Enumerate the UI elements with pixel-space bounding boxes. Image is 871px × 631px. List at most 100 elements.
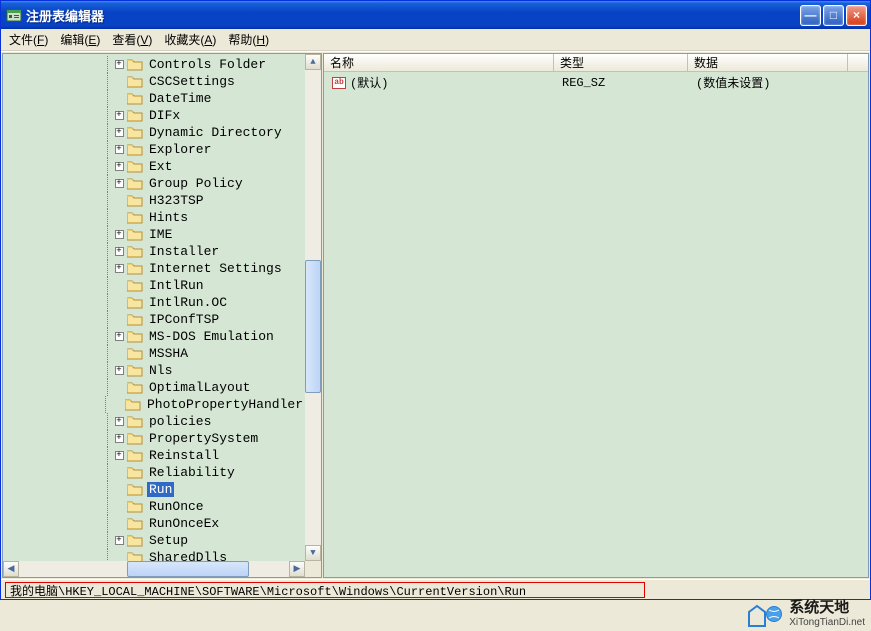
minimize-button[interactable]: — bbox=[800, 5, 821, 26]
tree-item[interactable]: + Ext bbox=[5, 158, 305, 175]
tree-expander[interactable]: + bbox=[113, 56, 125, 73]
tree-label[interactable]: policies bbox=[147, 414, 213, 429]
tree-item[interactable]: + Nls bbox=[5, 362, 305, 379]
tree-expander[interactable]: + bbox=[113, 226, 125, 243]
tree-item[interactable]: IntlRun bbox=[5, 277, 305, 294]
tree-item[interactable]: IntlRun.OC bbox=[5, 294, 305, 311]
tree-item[interactable]: + Group Policy bbox=[5, 175, 305, 192]
scroll-thumb[interactable] bbox=[305, 260, 321, 393]
tree-label[interactable]: IME bbox=[147, 227, 174, 242]
list-row[interactable]: ab(默认)REG_SZ(数值未设置) bbox=[326, 74, 866, 91]
hscroll-track[interactable] bbox=[19, 561, 289, 577]
tree-expander[interactable]: + bbox=[113, 447, 125, 464]
tree-item[interactable]: + Internet Settings bbox=[5, 260, 305, 277]
tree-vertical-scrollbar[interactable]: ▲ ▼ bbox=[305, 54, 321, 561]
tree-item[interactable]: SharedDlls bbox=[5, 549, 305, 561]
tree-label[interactable]: RunOnce bbox=[147, 499, 206, 514]
tree-item[interactable]: + policies bbox=[5, 413, 305, 430]
tree-label[interactable]: Hints bbox=[147, 210, 190, 225]
tree-expander[interactable]: + bbox=[113, 260, 125, 277]
tree-label[interactable]: RunOnceEx bbox=[147, 516, 221, 531]
menu-e[interactable]: 编辑(E) bbox=[54, 29, 106, 50]
menu-f[interactable]: 文件(F) bbox=[3, 29, 54, 50]
scroll-right-button[interactable]: ▶ bbox=[289, 561, 305, 577]
tree-item[interactable]: + Installer bbox=[5, 243, 305, 260]
tree-item[interactable]: + IME bbox=[5, 226, 305, 243]
tree-label[interactable]: MSSHA bbox=[147, 346, 190, 361]
tree-item[interactable]: + Controls Folder bbox=[5, 56, 305, 73]
maximize-button[interactable]: □ bbox=[823, 5, 844, 26]
tree-item[interactable]: H323TSP bbox=[5, 192, 305, 209]
tree-label[interactable]: PhotoPropertyHandler bbox=[145, 397, 305, 412]
tree-expander[interactable]: + bbox=[113, 362, 125, 379]
tree-expander[interactable]: + bbox=[113, 532, 125, 549]
tree-label[interactable]: Installer bbox=[147, 244, 221, 259]
tree-item[interactable]: DateTime bbox=[5, 90, 305, 107]
tree-expander[interactable]: + bbox=[113, 243, 125, 260]
tree-item[interactable]: + Reinstall bbox=[5, 447, 305, 464]
tree-label[interactable]: IPConfTSP bbox=[147, 312, 221, 327]
tree-item[interactable]: CSCSettings bbox=[5, 73, 305, 90]
close-button[interactable]: × bbox=[846, 5, 867, 26]
tree-expander[interactable]: + bbox=[113, 328, 125, 345]
tree-label[interactable]: IntlRun.OC bbox=[147, 295, 229, 310]
tree-item[interactable]: Run bbox=[5, 481, 305, 498]
tree-expander[interactable]: + bbox=[113, 413, 125, 430]
tree-label[interactable]: Ext bbox=[147, 159, 174, 174]
tree-label[interactable]: Run bbox=[147, 482, 174, 497]
tree-label[interactable]: Group Policy bbox=[147, 176, 245, 191]
tree-label[interactable]: DIFx bbox=[147, 108, 182, 123]
tree-expander[interactable]: + bbox=[113, 141, 125, 158]
tree-item[interactable]: + PropertySystem bbox=[5, 430, 305, 447]
tree-expander[interactable]: + bbox=[113, 107, 125, 124]
tree-item[interactable]: IPConfTSP bbox=[5, 311, 305, 328]
column-header-data[interactable]: 数据 bbox=[688, 54, 848, 71]
tree-item[interactable]: + MS-DOS Emulation bbox=[5, 328, 305, 345]
tree-label[interactable]: MS-DOS Emulation bbox=[147, 329, 276, 344]
tree-item[interactable]: RunOnce bbox=[5, 498, 305, 515]
tree-label[interactable]: PropertySystem bbox=[147, 431, 260, 446]
tree-item[interactable]: RunOnceEx bbox=[5, 515, 305, 532]
tree-item[interactable]: + Dynamic Directory bbox=[5, 124, 305, 141]
menu-a[interactable]: 收藏夹(A) bbox=[158, 29, 222, 50]
tree-label[interactable]: DateTime bbox=[147, 91, 213, 106]
column-header-name[interactable]: 名称 bbox=[324, 54, 554, 71]
scroll-left-button[interactable]: ◀ bbox=[3, 561, 19, 577]
tree-item[interactable]: MSSHA bbox=[5, 345, 305, 362]
menu-v[interactable]: 查看(V) bbox=[106, 29, 158, 50]
tree-expander[interactable]: + bbox=[113, 124, 125, 141]
tree-label[interactable]: Reinstall bbox=[147, 448, 221, 463]
tree-label[interactable]: Nls bbox=[147, 363, 174, 378]
tree-label[interactable]: IntlRun bbox=[147, 278, 206, 293]
tree-label[interactable]: H323TSP bbox=[147, 193, 206, 208]
tree-label[interactable]: Setup bbox=[147, 533, 190, 548]
registry-tree[interactable]: + Controls Folder CSCSettings DateTime + DIFx… bbox=[3, 54, 305, 561]
tree-label[interactable]: Reliability bbox=[147, 465, 237, 480]
tree-label[interactable]: OptimalLayout bbox=[147, 380, 252, 395]
scroll-down-button[interactable]: ▼ bbox=[305, 545, 321, 561]
tree-item[interactable]: PhotoPropertyHandler bbox=[5, 396, 305, 413]
tree-label[interactable]: SharedDlls bbox=[147, 550, 229, 561]
tree-label[interactable]: Explorer bbox=[147, 142, 213, 157]
hscroll-thumb[interactable] bbox=[127, 561, 249, 577]
tree-label[interactable]: Internet Settings bbox=[147, 261, 284, 276]
tree-expander[interactable]: + bbox=[113, 430, 125, 447]
tree-expander[interactable]: + bbox=[113, 158, 125, 175]
scroll-track[interactable] bbox=[305, 70, 321, 545]
tree-item[interactable]: Hints bbox=[5, 209, 305, 226]
menu-h[interactable]: 帮助(H) bbox=[222, 29, 275, 50]
list-body[interactable]: ab(默认)REG_SZ(数值未设置) bbox=[324, 72, 868, 577]
tree-label[interactable]: Dynamic Directory bbox=[147, 125, 284, 140]
tree-horizontal-scrollbar[interactable]: ◀ ▶ bbox=[3, 561, 305, 577]
column-header-type[interactable]: 类型 bbox=[554, 54, 688, 71]
tree-label[interactable]: Controls Folder bbox=[147, 57, 268, 72]
tree-item[interactable]: Reliability bbox=[5, 464, 305, 481]
titlebar[interactable]: 注册表编辑器 — □ × bbox=[1, 1, 870, 29]
tree-label[interactable]: CSCSettings bbox=[147, 74, 237, 89]
tree-expander[interactable]: + bbox=[113, 175, 125, 192]
tree-item[interactable]: OptimalLayout bbox=[5, 379, 305, 396]
tree-item[interactable]: + Setup bbox=[5, 532, 305, 549]
tree-item[interactable]: + Explorer bbox=[5, 141, 305, 158]
tree-item[interactable]: + DIFx bbox=[5, 107, 305, 124]
scroll-up-button[interactable]: ▲ bbox=[305, 54, 321, 70]
